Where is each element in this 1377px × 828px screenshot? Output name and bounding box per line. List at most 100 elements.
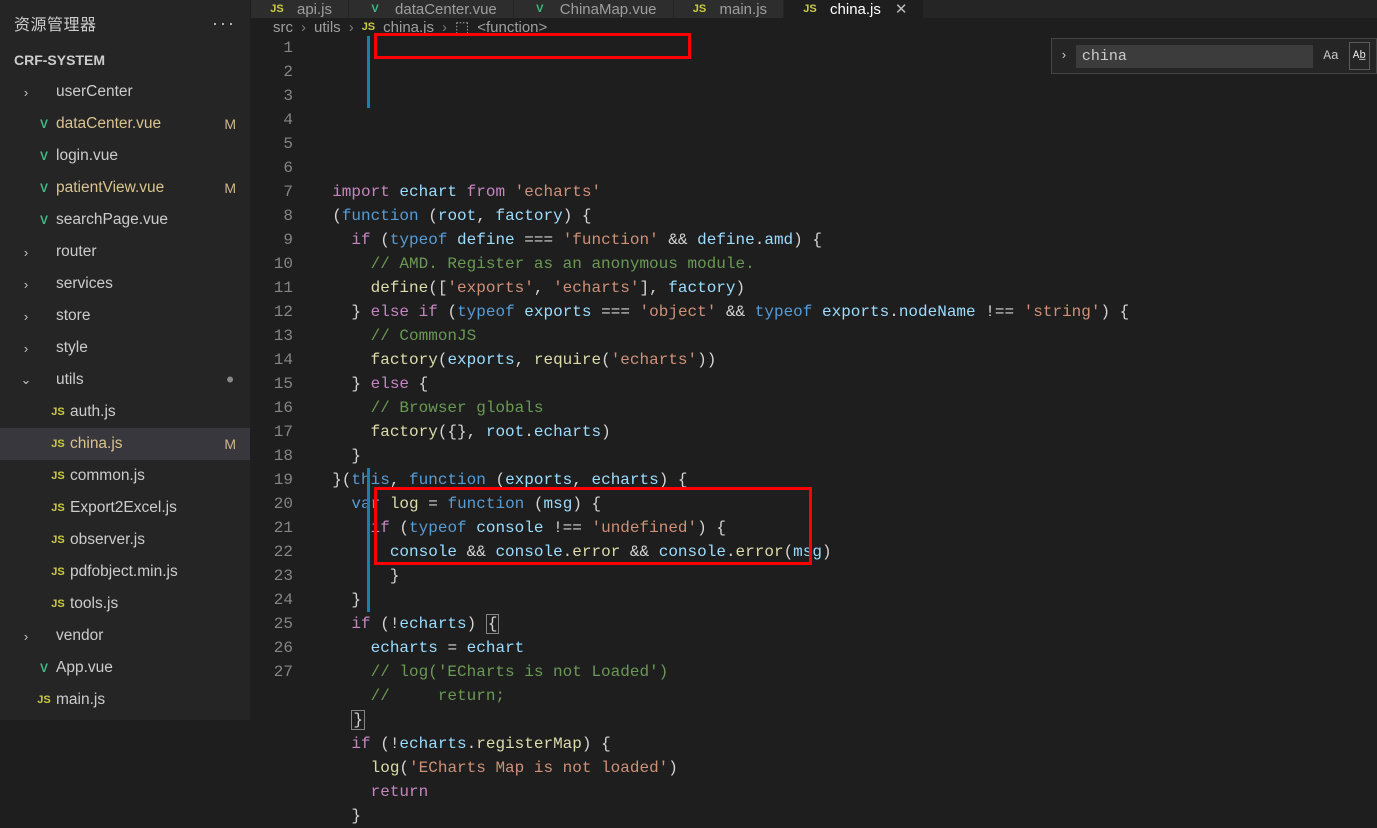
file-label: store xyxy=(56,307,240,325)
code-line[interactable]: } xyxy=(313,564,1377,588)
git-change-marker xyxy=(367,468,370,612)
code-line[interactable]: } xyxy=(313,444,1377,468)
file-label: Export2Excel.js xyxy=(70,499,240,517)
tree-item-store[interactable]: › store xyxy=(0,300,250,332)
code-line[interactable]: }(this, function (exports, echarts) { xyxy=(313,468,1377,492)
code-line[interactable]: define(['exports', 'echarts'], factory) xyxy=(313,276,1377,300)
breadcrumbs[interactable]: src› utils› JS china.js› ⬚ <function> xyxy=(251,18,1377,36)
code-line[interactable]: echarts = echart xyxy=(313,636,1377,660)
tree-item-router[interactable]: ›router xyxy=(0,236,250,268)
tree-item-main-js[interactable]: JSmain.js xyxy=(0,684,250,716)
tree-item-patientview-vue[interactable]: VpatientView.vueM xyxy=(0,172,250,204)
file-label: services xyxy=(56,275,240,293)
vue-icon: V xyxy=(34,661,54,675)
file-label: main.js xyxy=(56,691,240,709)
vue-icon: V xyxy=(34,117,54,131)
tree-item-login-vue[interactable]: Vlogin.vue xyxy=(0,140,250,172)
tree-item-utils[interactable]: ⌄utils• xyxy=(0,364,250,396)
tree-item-datacenter-vue[interactable]: VdataCenter.vueM xyxy=(0,108,250,140)
tab-datacenter-vue[interactable]: VdataCenter.vue xyxy=(349,0,514,18)
code-line[interactable]: // return; xyxy=(313,684,1377,708)
code-line[interactable]: } xyxy=(313,588,1377,612)
code-line[interactable]: // log('ECharts is not Loaded') xyxy=(313,660,1377,684)
code-line[interactable]: factory(exports, require('echarts')) xyxy=(313,348,1377,372)
code-line[interactable]: (function (root, factory) { xyxy=(313,204,1377,228)
crumb-src[interactable]: src xyxy=(273,19,293,36)
tree-item-export2excel-js[interactable]: JSExport2Excel.js xyxy=(0,492,250,524)
code-line[interactable]: // AMD. Register as an anonymous module. xyxy=(313,252,1377,276)
code-line[interactable]: } xyxy=(313,708,1377,732)
git-change-marker xyxy=(367,36,370,108)
chevron-icon: › xyxy=(18,85,34,100)
expand-replace-icon[interactable]: › xyxy=(1058,44,1070,68)
code-line[interactable]: if (typeof console !== 'undefined') { xyxy=(313,516,1377,540)
code-editor[interactable]: 1234567891011121314151617181920212223242… xyxy=(251,36,1377,828)
code-line[interactable]: // CommonJS xyxy=(313,324,1377,348)
tree-item-tools-js[interactable]: JStools.js xyxy=(0,588,250,620)
tree-item-common-js[interactable]: JScommon.js xyxy=(0,460,250,492)
chevron-icon: › xyxy=(18,341,34,356)
tree-item-vendor[interactable]: ›vendor xyxy=(0,620,250,652)
highlight-box-1 xyxy=(374,33,691,59)
tree-item-usercenter[interactable]: ›userCenter xyxy=(0,76,250,108)
symbol-icon: ⬚ xyxy=(455,18,469,36)
file-label: router xyxy=(56,243,240,261)
line-number: 21 xyxy=(251,516,293,540)
code-line[interactable]: if (typeof define === 'function' && defi… xyxy=(313,228,1377,252)
tree-item-pdfobject-min-js[interactable]: JSpdfobject.min.js xyxy=(0,556,250,588)
chevron-icon: › xyxy=(18,309,34,324)
code-line[interactable]: return xyxy=(313,780,1377,804)
tree-item-app-vue[interactable]: VApp.vue xyxy=(0,652,250,684)
tree-item-searchpage-vue[interactable]: VsearchPage.vue xyxy=(0,204,250,236)
line-number: 25 xyxy=(251,612,293,636)
find-input[interactable] xyxy=(1076,45,1313,68)
tab-label: ChinaMap.vue xyxy=(560,1,657,18)
project-name[interactable]: CRF-SYSTEM xyxy=(0,46,250,76)
tab-chinamap-vue[interactable]: VChinaMap.vue xyxy=(514,0,674,18)
tree-item-auth-js[interactable]: JSauth.js xyxy=(0,396,250,428)
tab-label: china.js xyxy=(830,1,881,18)
code-line[interactable]: if (!echarts) { xyxy=(313,612,1377,636)
code-line[interactable]: var log = function (msg) { xyxy=(313,492,1377,516)
line-number: 26 xyxy=(251,636,293,660)
match-case-icon[interactable]: Aa xyxy=(1319,42,1343,70)
tree-item-observer-js[interactable]: JSobserver.js xyxy=(0,524,250,556)
code-line[interactable]: // Browser globals xyxy=(313,396,1377,420)
code-line[interactable]: } else if (typeof exports === 'object' &… xyxy=(313,300,1377,324)
code-line[interactable]: } else { xyxy=(313,372,1377,396)
tab-main-js[interactable]: JSmain.js xyxy=(674,0,785,18)
git-badge: M xyxy=(224,436,240,452)
js-icon: JS xyxy=(34,694,54,706)
file-label: auth.js xyxy=(70,403,240,421)
crumb-utils[interactable]: utils xyxy=(314,19,341,36)
code-line[interactable]: factory({}, root.echarts) xyxy=(313,420,1377,444)
code-line[interactable]: import echart from 'echarts' xyxy=(313,180,1377,204)
line-number: 8 xyxy=(251,204,293,228)
js-icon: JS xyxy=(48,502,68,514)
tree-item-style[interactable]: ›style xyxy=(0,332,250,364)
line-number: 18 xyxy=(251,444,293,468)
code-line[interactable]: if (!echarts.registerMap) { xyxy=(313,732,1377,756)
tree-item-china-js[interactable]: JSchina.jsM xyxy=(0,428,250,460)
tab-api-js[interactable]: JSapi.js xyxy=(251,0,349,18)
close-icon[interactable]: ✕ xyxy=(889,0,908,18)
file-label: dataCenter.vue xyxy=(56,115,224,133)
more-icon[interactable]: ··· xyxy=(212,13,236,34)
line-number: 17 xyxy=(251,420,293,444)
line-number: 10 xyxy=(251,252,293,276)
line-number: 24 xyxy=(251,588,293,612)
whole-word-icon[interactable]: Ab̲ xyxy=(1349,42,1370,70)
find-widget[interactable]: › Aa Ab̲ xyxy=(1051,38,1377,74)
code-line[interactable]: console && console.error && console.erro… xyxy=(313,540,1377,564)
crumb-symbol[interactable]: <function> xyxy=(477,19,547,36)
js-icon: JS xyxy=(48,406,68,418)
code-line[interactable]: log('ECharts Map is not loaded') xyxy=(313,756,1377,780)
tab-china-js[interactable]: JSchina.js✕ xyxy=(784,0,924,18)
crumb-file[interactable]: china.js xyxy=(383,19,434,36)
js-icon: JS xyxy=(48,534,68,546)
vue-icon: V xyxy=(34,213,54,227)
code-content[interactable]: import echart from 'echarts' (function (… xyxy=(313,36,1377,828)
code-line[interactable]: } xyxy=(313,804,1377,828)
tree-item-services[interactable]: ›services xyxy=(0,268,250,300)
line-number: 14 xyxy=(251,348,293,372)
